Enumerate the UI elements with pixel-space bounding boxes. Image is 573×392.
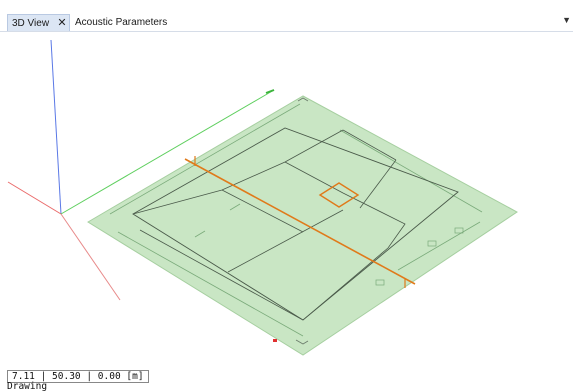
mode-label: Drawing (7, 381, 48, 392)
chevron-down-icon[interactable]: ▼ (562, 15, 571, 25)
tab-bar: 3D View ✕ Acoustic Parameters ▼ (0, 0, 573, 31)
x-axis (7, 181, 62, 215)
3d-scene (7, 39, 518, 356)
tab-acoustic-parameters[interactable]: Acoustic Parameters (75, 14, 175, 31)
status-area: 7.11 | 50.30 | 0.00 [m] Drawing (0, 368, 573, 392)
z-axis (50, 39, 62, 215)
tab-3d-view[interactable]: 3D View ✕ (7, 14, 70, 31)
tab-3d-view-label: 3D View (12, 18, 50, 29)
close-icon[interactable]: ✕ (56, 15, 68, 32)
y-axis-tip (265, 89, 275, 94)
tab-acoustic-parameters-label: Acoustic Parameters (75, 17, 168, 28)
3d-viewport[interactable] (0, 32, 573, 392)
axis-marker (273, 339, 277, 342)
